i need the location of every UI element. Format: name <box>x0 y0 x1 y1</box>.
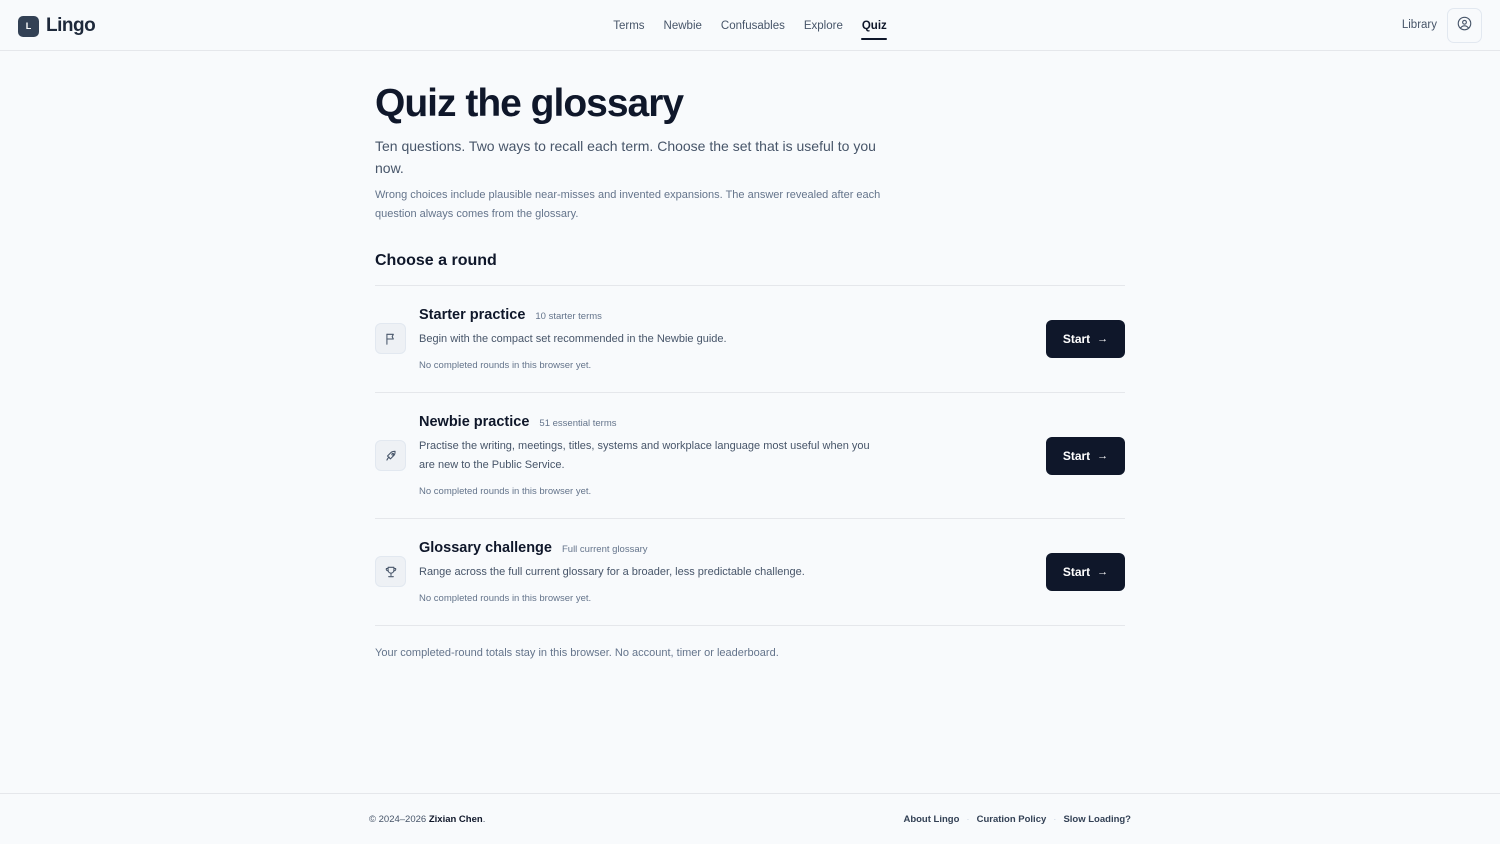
main-nav: Terms Newbie Confusables Explore Quiz <box>0 0 1500 51</box>
round-status: No completed rounds in this browser yet. <box>419 360 592 371</box>
brand-mark-icon: L <box>18 15 39 37</box>
start-label: Start <box>1062 565 1091 579</box>
start-label: Start <box>1062 332 1091 346</box>
footer-link-slow-loading[interactable]: Slow Loading? <box>1063 814 1131 825</box>
round-name: Glossary challenge <box>419 540 552 556</box>
footer-link-about[interactable]: About Lingo <box>903 814 959 825</box>
page-lede: Ten questions. Two ways to recall each t… <box>375 138 876 176</box>
start-challenge-button[interactable]: Start → <box>1046 553 1125 591</box>
round-list: Starter practice 10 starter terms Begin … <box>375 285 1125 626</box>
storage-note: Your completed-round totals stay in this… <box>375 647 779 659</box>
round-count: 51 essential terms <box>539 418 617 429</box>
copyright-prefix: © 2024–2026 <box>369 814 427 825</box>
arrow-right-icon: → <box>1097 333 1109 345</box>
trophy-icon <box>375 556 406 587</box>
round-name: Newbie practice <box>419 414 530 430</box>
brand-name: Lingo <box>46 15 96 36</box>
account-button[interactable] <box>1447 7 1482 43</box>
arrow-right-icon: → <box>1097 450 1109 462</box>
round-description: Practise the writing, meetings, titles, … <box>419 440 870 471</box>
nav-item-terms[interactable]: Terms <box>604 0 654 51</box>
page-fineprint: Wrong choices include plausible near-mis… <box>375 189 881 220</box>
round-newbie: Newbie practice 51 essential terms Pract… <box>375 393 1125 519</box>
author-link[interactable]: Zixian Chen <box>429 814 483 825</box>
arrow-right-icon: → <box>1097 566 1109 578</box>
round-name: Starter practice <box>419 307 526 323</box>
footer-separator: · <box>1053 814 1057 825</box>
library-link[interactable]: Library <box>1402 19 1437 31</box>
brand-logo-link[interactable]: L Lingo <box>18 15 96 37</box>
copyright-suffix: . <box>482 814 486 825</box>
page-title: Quiz the glossary <box>375 82 684 125</box>
footer-separator: · <box>966 814 970 825</box>
footer: © 2024–2026 Zixian Chen. About Lingo · C… <box>0 793 1500 844</box>
start-newbie-button[interactable]: Start → <box>1046 437 1125 475</box>
round-count: Full current glossary <box>561 544 648 555</box>
nav-item-confusables[interactable]: Confusables <box>711 0 794 51</box>
round-heading: Glossary challenge Full current glossary <box>419 540 648 556</box>
round-description: Begin with the compact set recommended i… <box>419 333 727 345</box>
round-heading: Newbie practice 51 essential terms <box>419 414 617 430</box>
nav-item-explore[interactable]: Explore <box>794 0 852 51</box>
nav-item-newbie[interactable]: Newbie <box>654 0 711 51</box>
user-circle-icon <box>1457 16 1472 34</box>
round-starter: Starter practice 10 starter terms Begin … <box>375 286 1125 393</box>
footer-link-curation[interactable]: Curation Policy <box>977 814 1047 825</box>
footer-links: About Lingo · Curation Policy · Slow Loa… <box>903 814 1131 825</box>
top-header: L Lingo Terms Newbie Confusables Explore… <box>0 0 1500 51</box>
rocket-icon <box>375 440 406 471</box>
nav-item-quiz[interactable]: Quiz <box>852 0 896 51</box>
round-status: No completed rounds in this browser yet. <box>419 593 592 604</box>
section-title: Choose a round <box>375 252 497 269</box>
start-label: Start <box>1062 449 1091 463</box>
round-status: No completed rounds in this browser yet. <box>419 486 592 497</box>
round-heading: Starter practice 10 starter terms <box>419 307 602 323</box>
flag-icon <box>375 323 406 354</box>
header-actions: Library <box>1402 7 1482 43</box>
round-challenge: Glossary challenge Full current glossary… <box>375 519 1125 626</box>
copyright: © 2024–2026 Zixian Chen. <box>369 814 485 825</box>
start-starter-button[interactable]: Start → <box>1046 320 1125 358</box>
round-description: Range across the full current glossary f… <box>419 566 805 578</box>
round-count: 10 starter terms <box>535 311 602 322</box>
